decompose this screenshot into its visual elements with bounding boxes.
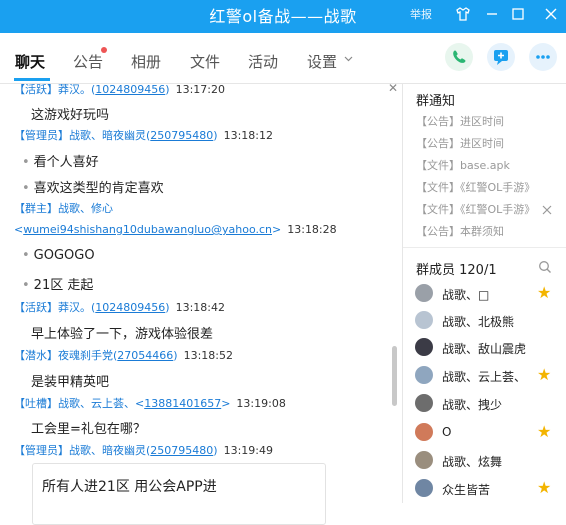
maximize-icon[interactable] (507, 3, 529, 25)
avatar (415, 338, 433, 356)
notices-title: 群通知 (416, 94, 456, 109)
message-button[interactable] (487, 43, 515, 71)
notice-item[interactable]: 【文件】base.apk (416, 157, 510, 173)
chat-scrollbar[interactable] (392, 346, 397, 406)
bullet-icon: • (22, 155, 30, 170)
chat-message-area[interactable]: 【活跃】莽汉。(1024809456) 13:17:20 这游戏好玩吗 【管理员】… (0, 84, 402, 503)
members-title: 群成员 120/1 (416, 263, 497, 278)
share-card[interactable]: 所有人进21区 用公会APP进 (32, 463, 326, 525)
message-text: • 看个人喜好 (22, 155, 99, 170)
right-panel: 群通知 【公告】进区时间 【公告】进区时间 【文件】base.apk 【文件】《… (402, 84, 566, 503)
call-button[interactable] (445, 43, 473, 71)
message-header: 【潜水】夜魂刹手党(27054466) 13:18:52 (14, 349, 233, 362)
avatar (415, 451, 433, 469)
star-icon: ★ (537, 365, 552, 384)
message-header: 【管理员】战歌、暗夜幽灵(250795480) 13:19:49 (14, 444, 273, 457)
notice-item[interactable]: 【文件】《红警OL手游》 (416, 179, 535, 195)
more-button[interactable] (529, 43, 557, 71)
search-icon[interactable] (538, 260, 552, 277)
message-header: 【活跃】莽汉。(1024809456) 13:17:20 (14, 84, 225, 96)
message-text: • 喜欢这类型的肯定喜欢 (22, 181, 164, 196)
tab-bar: 聊天 公告 相册 文件 活动 设置 (0, 33, 566, 84)
active-tab-indicator (14, 78, 50, 81)
avatar (415, 394, 433, 412)
message-header: 【群主】战歌、修心 (14, 202, 113, 215)
avatar (415, 284, 433, 302)
chat-add-icon (494, 50, 508, 65)
message-text: 是装甲精英吧 (31, 375, 110, 390)
chevron-down-icon[interactable] (343, 53, 354, 67)
phone-icon (453, 50, 466, 63)
bullet-icon: • (22, 248, 30, 263)
close-notice-icon[interactable] (542, 204, 552, 218)
message-header: 【吐槽】战歌、云上荟、<13881401657> 13:19:08 (14, 397, 286, 410)
tab-files[interactable]: 文件 (190, 51, 220, 72)
share-card-title: 所有人进21区 用公会APP进 (42, 479, 217, 495)
tab-album[interactable]: 相册 (131, 51, 161, 72)
tab-announcements[interactable]: 公告 (73, 51, 103, 72)
star-icon: ★ (537, 478, 552, 497)
avatar (415, 366, 433, 384)
message-text: 这游戏好玩吗 (31, 108, 110, 123)
avatar (415, 311, 433, 329)
star-icon: ★ (537, 283, 552, 302)
tab-settings[interactable]: 设置 (307, 51, 337, 72)
notice-item[interactable]: 【公告】进区时间 (416, 113, 504, 129)
message-text: • 21区 走起 (22, 278, 94, 293)
message-text: • GOGOGO (22, 248, 95, 263)
unread-dot (101, 47, 107, 53)
star-icon: ★ (537, 422, 552, 441)
message-text: 工会里=礼包在哪？ (31, 422, 146, 437)
minimize-icon[interactable] (481, 3, 503, 25)
message-header: <wumei94shishang10dubawangluo@yahoo.cn> 1… (14, 223, 337, 236)
title-bar: 红警ol备战——战歌 举报 (0, 0, 566, 33)
close-icon[interactable] (540, 3, 562, 25)
bullet-icon: • (22, 278, 30, 293)
more-icon (536, 55, 550, 59)
notice-item[interactable]: 【文件】《红警OL手游》 (416, 201, 535, 217)
avatar (415, 479, 433, 497)
close-message-icon[interactable]: ✕ (388, 84, 398, 95)
report-link[interactable]: 举报 (410, 6, 432, 22)
tab-activities[interactable]: 活动 (248, 51, 278, 72)
message-text: 早上体验了一下，游戏体验很差 (31, 327, 214, 342)
message-header: 【管理员】战歌、暗夜幽灵(250795480) 13:18:12 (14, 129, 273, 142)
panel-divider (403, 247, 566, 248)
avatar (415, 423, 433, 441)
tab-chat[interactable]: 聊天 (15, 51, 45, 72)
notice-item[interactable]: 【公告】进区时间 (416, 135, 504, 151)
bullet-icon: • (22, 181, 30, 196)
message-header: 【活跃】莽汉。(1024809456) 13:18:42 (14, 301, 225, 314)
notice-item[interactable]: 【公告】本群须知 (416, 223, 504, 239)
skin-icon[interactable] (452, 3, 474, 25)
